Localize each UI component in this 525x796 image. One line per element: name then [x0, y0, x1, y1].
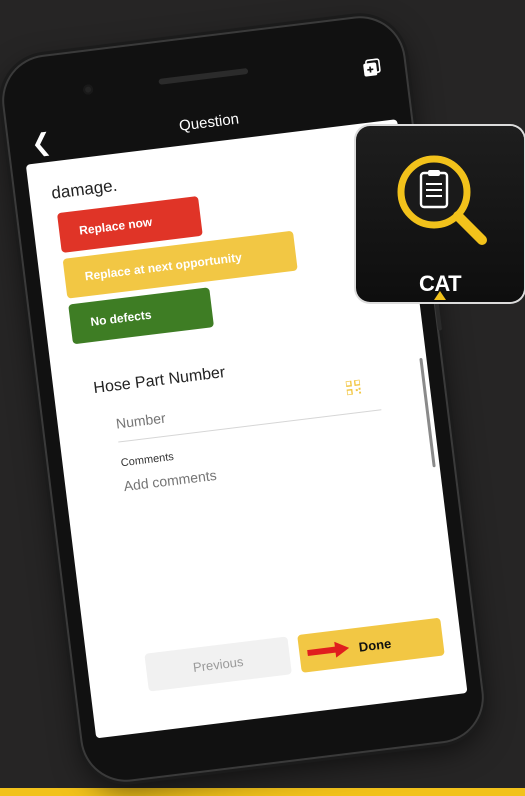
app-icon: CAT	[356, 126, 524, 302]
front-camera	[82, 83, 94, 96]
previous-button[interactable]: Previous	[144, 636, 292, 692]
hose-part-number-label: Hose Part Number	[92, 364, 227, 398]
earpiece-speaker	[158, 67, 249, 85]
done-button[interactable]: Done	[297, 617, 445, 673]
question-text: damage.	[50, 175, 119, 203]
hose-part-number-input[interactable]	[115, 388, 336, 432]
done-label: Done	[357, 635, 392, 655]
qr-code-icon[interactable]	[345, 379, 362, 396]
cat-logo-triangle	[434, 291, 446, 300]
add-copy-icon[interactable]	[362, 58, 382, 78]
bottom-accent-stripe	[0, 788, 525, 796]
magnifier-clipboard-icon	[397, 155, 487, 245]
scrollbar[interactable]	[419, 357, 436, 468]
comments-label: Comments	[120, 450, 175, 470]
red-arrow-icon	[307, 641, 350, 658]
